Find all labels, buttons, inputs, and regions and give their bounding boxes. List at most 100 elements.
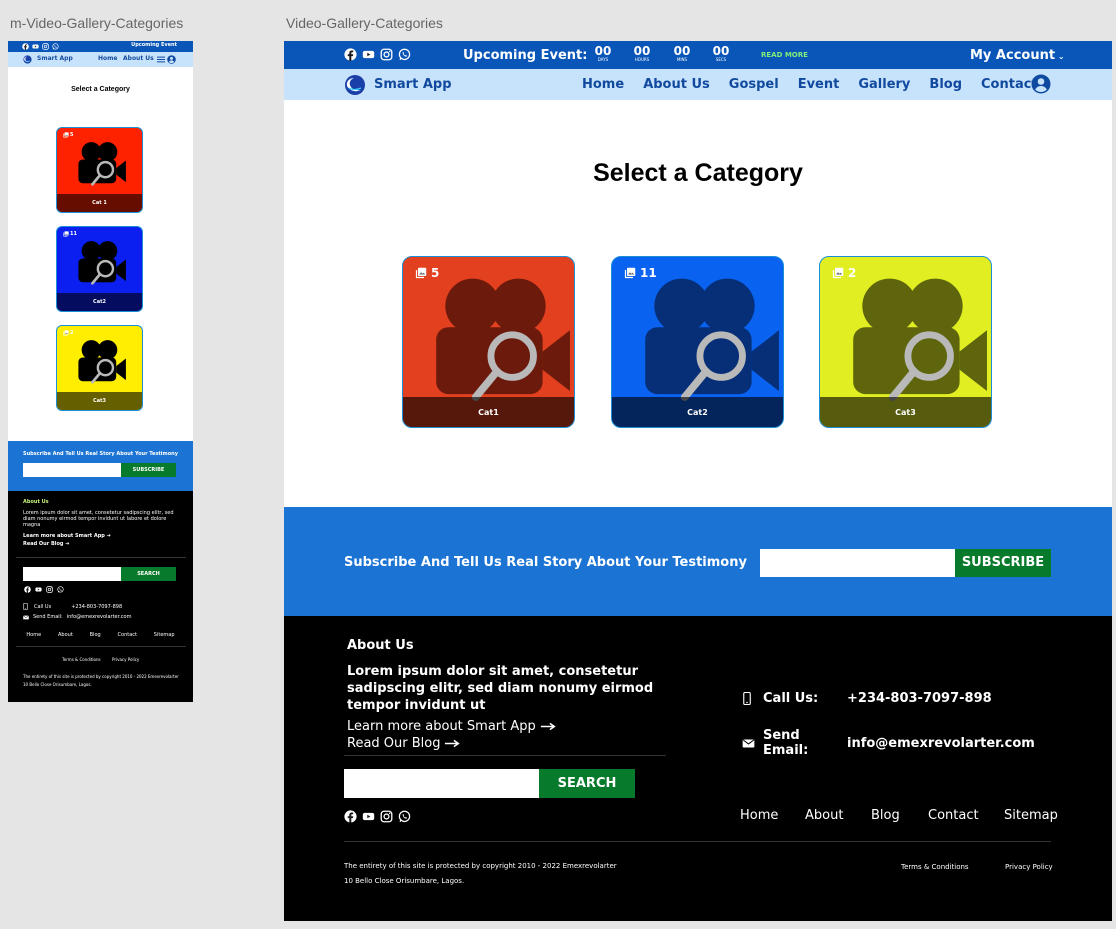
upcoming-event-label: Upcoming Event: — [463, 48, 588, 63]
youtube-icon[interactable] — [35, 586, 42, 593]
phone-number[interactable]: +234-803-7097-898 — [847, 691, 992, 706]
arrow-right-icon — [444, 739, 462, 748]
footer-about-title: About Us — [347, 638, 414, 653]
mobile-footer: About Us Lorem ipsum dolor sit amet, con… — [8, 491, 193, 702]
footer-link-contact[interactable]: Contact — [928, 808, 979, 823]
topbar: Upcoming Event: 00 DAYS 00 HOURS 00 MINS 00… — [284, 41, 1112, 69]
facebook-icon[interactable] — [344, 810, 357, 823]
mobile-category-card-1[interactable]: 5 Cat 1 — [56, 127, 143, 213]
facebook-icon[interactable] — [24, 586, 31, 593]
mail-icon — [742, 739, 755, 748]
learn-more-link[interactable]: Learn more about Smart App — [347, 719, 558, 734]
mobile-copyright: The entirety of this site is protected b… — [23, 674, 179, 687]
instagram-icon[interactable] — [42, 43, 49, 50]
footer-link-blog[interactable]: Blog — [871, 808, 900, 823]
category-label: Cat1 — [478, 408, 499, 417]
footer-search-button[interactable]: SEARCH — [539, 769, 635, 798]
hamburger-menu-icon[interactable] — [157, 56, 165, 63]
category-label: Cat2 — [93, 299, 106, 305]
privacy-link[interactable]: Privacy Policy — [1005, 863, 1053, 871]
footer-link-home[interactable]: Home — [26, 632, 41, 638]
footer-link-blog[interactable]: Blog — [90, 632, 101, 638]
mobile-privacy-link[interactable]: Privacy Policy — [112, 657, 139, 662]
mobile-nav-about[interactable]: About Us — [123, 55, 154, 62]
social-links — [344, 48, 411, 61]
nav-blog[interactable]: Blog — [929, 77, 962, 92]
footer-link-sitemap[interactable]: Sitemap — [154, 632, 175, 638]
email-row: Send Email: info@emexrevolarter.com — [742, 728, 1035, 758]
mobile-nav-home[interactable]: Home — [98, 55, 117, 62]
footer-search-input[interactable] — [344, 769, 539, 798]
footer-link-about[interactable]: About — [58, 632, 73, 638]
nav-home[interactable]: Home — [582, 77, 624, 92]
subscribe-email-input[interactable] — [760, 549, 955, 577]
email-address[interactable]: info@emexrevolarter.com — [847, 736, 1035, 751]
divider — [16, 646, 186, 647]
mobile-terms-link[interactable]: Terms & Conditions — [62, 657, 101, 662]
category-label: Cat3 — [895, 408, 916, 417]
category-card-1[interactable]: 5 Cat1 — [402, 256, 575, 428]
footer-link-sitemap[interactable]: Sitemap — [1004, 808, 1058, 823]
brand-name[interactable]: Smart App — [374, 77, 452, 92]
nav-gallery[interactable]: Gallery — [858, 77, 910, 92]
footer-link-contact[interactable]: Contact — [118, 632, 137, 638]
mobile-footer-search-button[interactable]: SEARCH — [121, 567, 176, 581]
category-card-3[interactable]: 2 Cat3 — [819, 256, 992, 428]
read-blog-link[interactable]: Read Our Blog — [347, 736, 462, 751]
whatsapp-icon[interactable] — [398, 810, 411, 823]
mobile-footer-search-input[interactable] — [23, 567, 121, 581]
gallery-icon — [63, 330, 69, 336]
user-account-icon[interactable] — [167, 55, 176, 64]
category-card-2[interactable]: 11 Cat2 — [611, 256, 784, 428]
whatsapp-icon[interactable] — [57, 586, 64, 593]
nav-about-us[interactable]: About Us — [643, 77, 710, 92]
terms-link[interactable]: Terms & Conditions — [901, 863, 969, 871]
facebook-icon[interactable] — [344, 48, 357, 61]
youtube-icon[interactable] — [362, 810, 375, 823]
mobile-email-address[interactable]: info@emexrevolarter.com — [67, 614, 132, 620]
countdown-days: 00 DAYS — [594, 44, 612, 62]
mobile-footer-social-links — [24, 586, 64, 593]
desktop-artboard-label: Video-Gallery-Categories — [286, 15, 443, 31]
instagram-icon[interactable] — [46, 586, 53, 593]
youtube-icon[interactable] — [362, 48, 375, 61]
logo-icon[interactable] — [344, 74, 366, 96]
nav-event[interactable]: Event — [798, 77, 840, 92]
nav-contact[interactable]: Contact — [981, 77, 1038, 92]
page-title: Select a Category — [593, 159, 803, 187]
mobile-subscribe-button[interactable]: SUBSCRIBE — [121, 463, 176, 477]
divider — [344, 841, 1051, 842]
footer-link-about[interactable]: About — [805, 808, 843, 823]
instagram-icon[interactable] — [380, 810, 393, 823]
whatsapp-icon[interactable] — [52, 43, 59, 50]
mobile-category-card-3[interactable]: 2 Cat3 — [56, 325, 143, 411]
mobile-category-card-2[interactable]: 11 Cat2 — [56, 226, 143, 312]
arrow-right-icon — [540, 722, 558, 731]
mobile-learn-more-link[interactable]: Learn more about Smart App ➔ — [23, 533, 111, 539]
mobile-subscribe-input[interactable] — [23, 463, 121, 477]
user-account-icon[interactable] — [1031, 74, 1051, 94]
mobile-call-row: Call Us +234-803-7097-898 — [23, 603, 122, 610]
divider — [344, 755, 666, 756]
my-account-dropdown[interactable]: My Account ⌄ — [970, 48, 1065, 63]
footer-link-home[interactable]: Home — [740, 808, 778, 823]
mobile-artboard-label: m-Video-Gallery-Categories — [10, 15, 184, 31]
logo-icon[interactable] — [23, 55, 32, 64]
whatsapp-icon[interactable] — [398, 48, 411, 61]
footer-social-links — [344, 810, 411, 823]
facebook-icon[interactable] — [22, 43, 29, 50]
mobile-read-blog-link[interactable]: Read Our Blog ➔ — [23, 541, 69, 547]
youtube-icon[interactable] — [32, 43, 39, 50]
read-more-link[interactable]: READ MORE — [761, 51, 808, 59]
mobile-subscribe-section: Subscribe And Tell Us Real Story About Y… — [8, 441, 193, 491]
subscribe-button[interactable]: SUBSCRIBE — [955, 549, 1051, 577]
mobile-page-title: Select a Category — [71, 86, 130, 93]
category-label: Cat2 — [687, 408, 708, 417]
video-camera-search-icon — [73, 336, 127, 394]
mobile-brand[interactable]: Smart App — [37, 55, 73, 62]
nav-gospel[interactable]: Gospel — [729, 77, 779, 92]
mobile-social-links — [22, 43, 59, 50]
mobile-upcoming-event[interactable]: Upcoming Event — [131, 42, 177, 48]
instagram-icon[interactable] — [380, 48, 393, 61]
mobile-phone-number[interactable]: +234-803-7097-898 — [71, 604, 122, 610]
